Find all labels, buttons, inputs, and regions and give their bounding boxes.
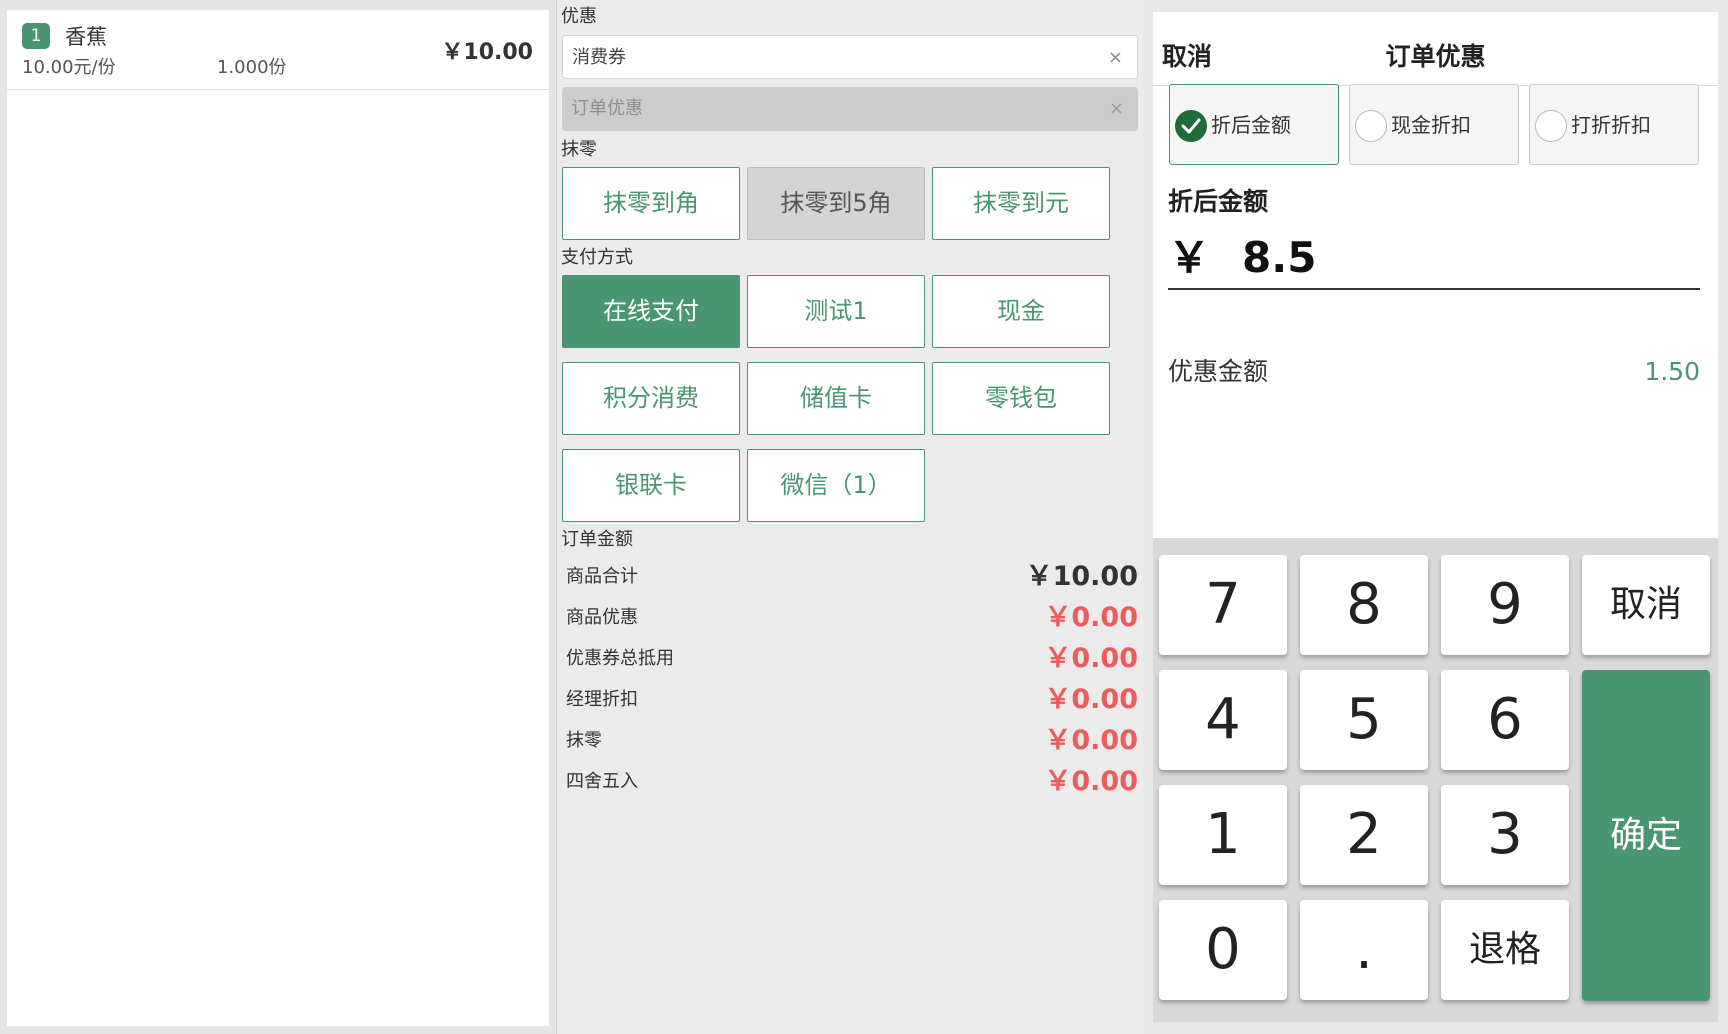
checkout-panel: 优惠 消费券 × 订单优惠 × 抹零 抹零到角 抹零到5角 抹零到元 支付方式 …	[556, 0, 1143, 1034]
coupon-select[interactable]: 消费券 ×	[562, 35, 1138, 79]
summary-row: 抹零 ￥0.00	[562, 720, 1138, 761]
item-total: ￥10.00	[441, 40, 533, 65]
summary-value: ￥0.00	[1044, 725, 1138, 756]
summary-value: ￥0.00	[1044, 766, 1138, 797]
key-2[interactable]: 2	[1300, 785, 1428, 885]
radio-icon	[1535, 110, 1567, 142]
currency-symbol: ￥	[1168, 233, 1211, 282]
summary-label: 经理折扣	[566, 689, 638, 710]
rounding-section-label: 抹零	[561, 139, 597, 160]
radio-icon	[1355, 110, 1387, 142]
key-9[interactable]: 9	[1441, 555, 1569, 655]
amount-underline	[1168, 288, 1700, 290]
mode-label: 折后金额	[1211, 113, 1291, 137]
item-index-badge: 1	[22, 23, 50, 49]
pay-wallet-button[interactable]: 零钱包	[932, 362, 1110, 435]
order-list: 1 香蕉 10.00元/份 1.000份 ￥10.00	[7, 10, 549, 1026]
mode-cash-discount[interactable]: 现金折扣	[1349, 84, 1519, 165]
key-3[interactable]: 3	[1441, 785, 1569, 885]
pay-unionpay-button[interactable]: 银联卡	[562, 449, 740, 522]
clear-order-discount-icon: ×	[1108, 98, 1124, 119]
dialog-title: 订单优惠	[1385, 42, 1486, 71]
summary-label: 商品合计	[566, 566, 638, 587]
key-8[interactable]: 8	[1300, 555, 1428, 655]
round-to-yuan-button[interactable]: 抹零到元	[932, 167, 1110, 240]
amount-value: 8.5	[1242, 233, 1317, 282]
summary-section-label: 订单金额	[561, 529, 633, 550]
pay-wechat-button[interactable]: 微信（1）	[747, 449, 925, 522]
summary-label: 抹零	[566, 730, 602, 751]
key-6[interactable]: 6	[1441, 670, 1569, 770]
coupon-select-value: 消费券	[572, 47, 626, 68]
amount-label: 折后金额	[1168, 187, 1269, 216]
dialog-body: 订单优惠 取消 折后金额 现金折扣 打折折扣 折后金额 ￥ 8.5 优惠金额 1.…	[1153, 12, 1718, 538]
summary-label: 商品优惠	[566, 607, 638, 628]
key-7[interactable]: 7	[1159, 555, 1287, 655]
discount-section-label: 优惠	[561, 6, 597, 27]
pay-points-button[interactable]: 积分消费	[562, 362, 740, 435]
payment-section-label: 支付方式	[561, 247, 633, 268]
clear-coupon-icon[interactable]: ×	[1108, 36, 1123, 80]
key-0[interactable]: 0	[1159, 900, 1287, 1000]
backspace-button[interactable]: 退格	[1441, 900, 1569, 1000]
summary-row: 四舍五入 ￥0.00	[562, 761, 1138, 802]
summary-label: 优惠券总抵用	[566, 648, 674, 669]
order-item[interactable]: 1 香蕉 10.00元/份 1.000份 ￥10.00	[7, 10, 549, 90]
round-to-jiao-button[interactable]: 抹零到角	[562, 167, 740, 240]
summary-value: ￥0.00	[1044, 684, 1138, 715]
order-discount-dialog: 订单优惠 取消 折后金额 现金折扣 打折折扣 折后金额 ￥ 8.5 优惠金额 1.…	[1143, 0, 1728, 1034]
pay-stored-card-button[interactable]: 储值卡	[747, 362, 925, 435]
mode-label: 现金折扣	[1391, 113, 1471, 137]
numeric-keypad: 7 8 9 取消 4 5 6 1 2 3 0 . 退格 确定	[1153, 538, 1718, 1022]
summary-row: 经理折扣 ￥0.00	[562, 679, 1138, 720]
dialog-cancel-button[interactable]: 取消	[1162, 32, 1212, 82]
order-discount-select: 订单优惠 ×	[562, 87, 1138, 131]
key-decimal[interactable]: .	[1300, 900, 1428, 1000]
discount-amount-value: 1.50	[1644, 357, 1700, 386]
summary-value: ￥0.00	[1044, 643, 1138, 674]
pay-online-button[interactable]: 在线支付	[562, 275, 740, 348]
key-5[interactable]: 5	[1300, 670, 1428, 770]
key-4[interactable]: 4	[1159, 670, 1287, 770]
mode-percent-discount[interactable]: 打折折扣	[1529, 84, 1699, 165]
confirm-button[interactable]: 确定	[1582, 670, 1710, 1001]
summary-row: 优惠券总抵用 ￥0.00	[562, 638, 1138, 679]
summary-value: ￥0.00	[1044, 602, 1138, 633]
summary-row: 商品合计 ￥10.00	[562, 556, 1138, 597]
pay-cash-button[interactable]: 现金	[932, 275, 1110, 348]
mode-label: 打折折扣	[1571, 113, 1651, 137]
order-list-panel: 1 香蕉 10.00元/份 1.000份 ￥10.00	[0, 0, 556, 1034]
order-discount-select-value: 订单优惠	[571, 98, 643, 119]
round-to-5jiao-button[interactable]: 抹零到5角	[747, 167, 925, 240]
key-1[interactable]: 1	[1159, 785, 1287, 885]
item-name: 香蕉	[65, 25, 107, 49]
amount-input[interactable]: ￥ 8.5	[1168, 228, 1316, 288]
item-quantity: 1.000份	[217, 57, 287, 78]
mode-discounted-amount[interactable]: 折后金额	[1169, 84, 1339, 165]
summary-label: 四舍五入	[566, 771, 638, 792]
summary-row: 商品优惠 ￥0.00	[562, 597, 1138, 638]
item-unit-price: 10.00元/份	[22, 57, 116, 78]
check-icon	[1175, 110, 1207, 142]
pay-test1-button[interactable]: 测试1	[747, 275, 925, 348]
keypad-cancel-button[interactable]: 取消	[1582, 555, 1710, 655]
summary-value: ￥10.00	[1025, 561, 1138, 592]
discount-amount-label: 优惠金额	[1168, 357, 1269, 386]
